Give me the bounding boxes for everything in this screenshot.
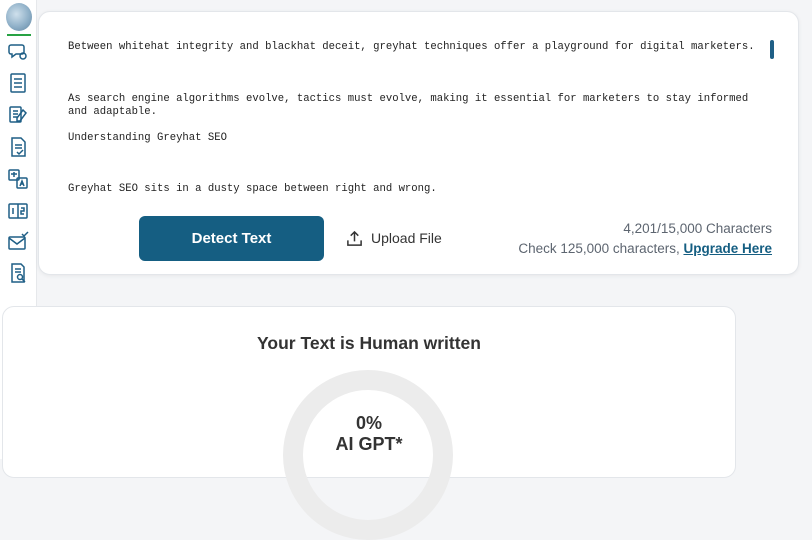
- editor-paragraph[interactable]: Between whitehat integrity and blackhat …: [68, 41, 768, 54]
- brain-logo[interactable]: [6, 3, 32, 31]
- detect-text-button[interactable]: Detect Text: [139, 216, 324, 261]
- chat-gear-icon[interactable]: [7, 40, 29, 62]
- ai-score-percent: 0%: [355, 413, 382, 433]
- ai-score-label: AI GPT*: [335, 434, 403, 454]
- character-count: 4,201/15,000 Characters: [623, 221, 772, 236]
- character-counter: 4,201/15,000 Characters Check 125,000 ch…: [518, 219, 772, 259]
- document-check-icon[interactable]: [7, 136, 29, 158]
- result-card: Your Text is Human written 0% AI GPT*: [2, 306, 736, 540]
- editor-paragraph[interactable]: As search engine algorithms evolve, tact…: [68, 93, 768, 119]
- upgrade-link[interactable]: Upgrade Here: [683, 241, 772, 256]
- document-list-icon[interactable]: [7, 72, 29, 94]
- email-check-icon[interactable]: [7, 231, 29, 253]
- counter-icon[interactable]: [7, 200, 29, 222]
- upgrade-line: Check 125,000 characters, Upgrade Here: [518, 239, 772, 259]
- upload-file-button[interactable]: Upload File: [346, 227, 442, 249]
- active-indicator: [7, 34, 31, 36]
- upload-file-label: Upload File: [371, 230, 442, 246]
- editor-paragraph[interactable]: Greyhat SEO sits in a dusty space betwee…: [68, 183, 768, 196]
- upload-icon: [346, 230, 363, 247]
- ai-score-gauge: [283, 370, 453, 540]
- check-limit-text: Check 125,000 characters,: [518, 241, 680, 256]
- editor-paragraph[interactable]: Understanding Greyhat SEO: [68, 132, 768, 145]
- result-title: Your Text is Human written: [257, 333, 481, 353]
- translate-icon[interactable]: [7, 168, 29, 190]
- rewrite-icon[interactable]: [7, 104, 29, 126]
- editor-scrollbar[interactable]: [770, 40, 774, 59]
- text-editor-card: Between whitehat integrity and blackhat …: [38, 11, 799, 275]
- document-search-icon[interactable]: [7, 262, 29, 284]
